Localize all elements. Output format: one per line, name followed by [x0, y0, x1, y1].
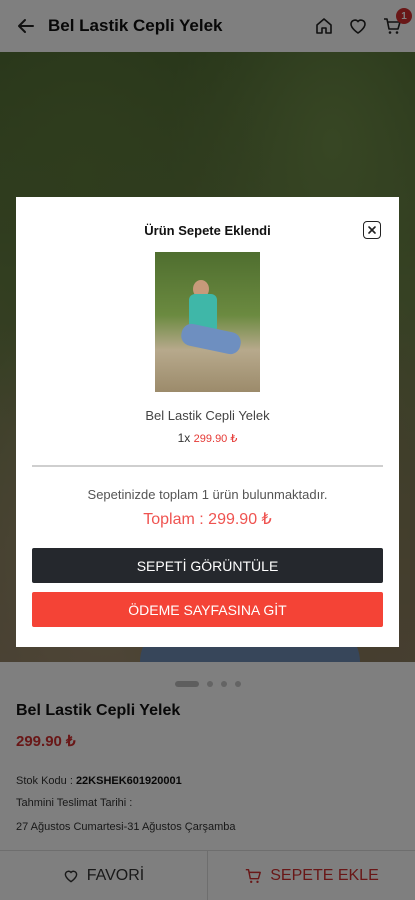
added-to-cart-dialog: Ürün Sepete Eklendi Bel Lastik Cepli Yel… [16, 197, 399, 647]
thumbnail-detail [179, 322, 243, 356]
dialog-title: Ürün Sepete Eklendi [144, 223, 271, 238]
close-button[interactable] [363, 221, 381, 239]
cart-summary-text: Sepetinizde toplam 1 ürün bulunmaktadır. [87, 487, 328, 502]
cart-total: Toplam : 299.90 ₺ [143, 511, 272, 528]
cart-item-quantity-price: 1x 299.90 ₺ [16, 431, 399, 445]
divider [32, 465, 383, 467]
view-cart-button[interactable]: SEPETİ GÖRÜNTÜLE [32, 548, 383, 583]
close-icon [368, 226, 376, 234]
cart-item-thumbnail [155, 252, 260, 392]
cart-item-name: Bel Lastik Cepli Yelek [145, 408, 270, 423]
checkout-button[interactable]: ÖDEME SAYFASINA GİT [32, 592, 383, 627]
cart-item-price: 299.90 ₺ [193, 433, 238, 445]
cart-item-quantity: 1x [177, 431, 191, 445]
